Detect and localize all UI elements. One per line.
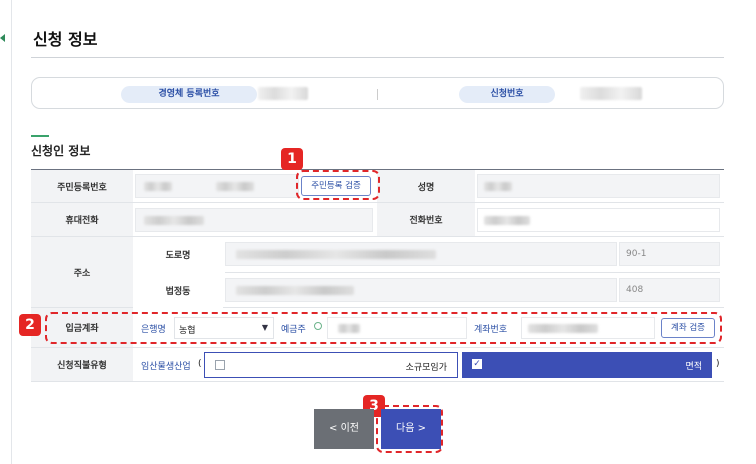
option-small-forest[interactable]: 소규모임가 [204, 352, 458, 378]
application-no-label: 신청번호 [459, 86, 555, 103]
next-button[interactable]: 다음 > [381, 409, 441, 449]
phone-label: 전화번호 [377, 203, 475, 236]
legal-label: 법정동 [133, 273, 223, 308]
mobile-input[interactable] [135, 208, 373, 232]
page-title: 신청 정보 [33, 30, 98, 49]
summary-box: 경영체 등록번호 신청번호 [31, 77, 724, 109]
row-phone: 휴대전화 전화번호 [31, 203, 724, 237]
road-address-input[interactable] [225, 242, 617, 266]
name-label: 성명 [377, 170, 475, 202]
collapse-arrow-icon[interactable] [0, 34, 5, 42]
section-title: 신청인 정보 [31, 144, 91, 158]
address-label: 주소 [31, 237, 133, 307]
callout-badge-2: 2 [19, 314, 41, 336]
section-accent [31, 135, 49, 137]
biz-reg-value-masked [258, 87, 308, 100]
row-address: 주소 도로명 90-1 법정동 408 [31, 237, 724, 308]
rrn-input[interactable] [135, 174, 299, 198]
legal-address-input[interactable] [225, 278, 617, 302]
option-area[interactable]: ✓ 면적 [462, 352, 712, 378]
summary-divider [377, 89, 378, 100]
application-no-value-masked [580, 87, 642, 100]
mobile-label: 휴대전화 [31, 203, 133, 236]
left-rail [0, 0, 12, 464]
callout-box-2 [45, 312, 722, 344]
checkbox-checked-icon[interactable]: ✓ [472, 359, 482, 369]
callout-box-1 [296, 170, 380, 200]
type-link[interactable]: 임산물생산업 [141, 359, 191, 372]
applicant-form: 주민등록번호 주민등록 검증 성명 휴대전화 전화번호 주소 도로명 90-1 [31, 169, 724, 382]
road-label: 도로명 [133, 237, 223, 272]
name-input[interactable] [477, 174, 720, 198]
title-divider [31, 57, 724, 58]
rrn-label: 주민등록번호 [31, 170, 133, 202]
callout-badge-1: 1 [281, 148, 303, 170]
type-label: 신청직불유형 [31, 348, 133, 381]
checkbox-unchecked-icon[interactable] [215, 360, 225, 370]
prev-button[interactable]: < 이전 [314, 409, 374, 449]
paren-open: ( [198, 359, 202, 369]
paren-close: ) [716, 359, 720, 369]
row-payment-type: 신청직불유형 임산물생산업 ( 소규모임가 ✓ 면적 ) [31, 348, 724, 382]
road-building-no-field: 90-1 [619, 242, 720, 266]
phone-input[interactable] [477, 208, 720, 232]
legal-building-no-field: 408 [619, 278, 720, 302]
biz-reg-label: 경영체 등록번호 [121, 86, 257, 103]
